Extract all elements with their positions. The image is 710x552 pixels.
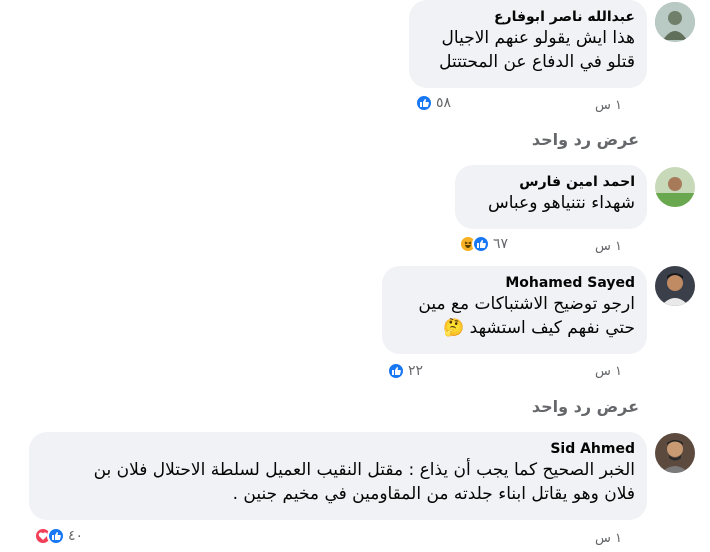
comment-timestamp[interactable]: ١ س	[595, 531, 622, 546]
comment-text-line: ارجو توضيح الاشتباكات مع مين	[418, 294, 635, 314]
comment-timestamp[interactable]: ١ س	[595, 98, 622, 113]
comment-text-line: شهداء نتنياهو وعباس	[488, 193, 635, 213]
avatar[interactable]	[655, 266, 695, 306]
comment-bubble: عبدالله ناصر ابوفارع هذا ايش يقولو عنهم …	[409, 0, 647, 88]
comment-bubble: Mohamed Sayed ارجو توضيح الاشتباكات مع م…	[382, 266, 647, 354]
comment-text-line: هذا ايش يقولو عنهم الاجيال	[441, 28, 635, 48]
view-replies-link[interactable]: عرض رد واحد	[532, 397, 639, 416]
view-replies-link[interactable]: عرض رد واحد	[532, 130, 639, 149]
comment-author[interactable]: عبدالله ناصر ابوفارع	[421, 8, 635, 26]
comment-text-line: حتي نفهم كيف استشهد 🤔	[394, 316, 635, 340]
reaction-count: ٢٢	[408, 363, 424, 379]
comment-text-line: الخبر الصحيح كما يجب أن يذاع : مقتل النق…	[93, 460, 635, 480]
reaction-count: ٤٠	[68, 528, 84, 544]
reaction-summary[interactable]: ٦٧	[457, 234, 511, 254]
comment-text-line: فلان وهو يقاتل ابناء جلدته من المقاومين …	[232, 484, 635, 504]
like-icon	[387, 362, 405, 380]
comment-timestamp[interactable]: ١ س	[595, 364, 622, 379]
like-icon	[415, 94, 433, 112]
avatar[interactable]	[655, 167, 695, 207]
comment-author[interactable]: احمد امين فارس	[467, 173, 635, 191]
avatar[interactable]	[655, 433, 695, 473]
comment-author[interactable]: Mohamed Sayed	[394, 274, 635, 292]
reaction-summary[interactable]: ٥٨	[413, 93, 454, 113]
comment-bubble: Sid Ahmed الخبر الصحيح كما يجب أن يذاع :…	[29, 432, 647, 520]
comment-author[interactable]: Sid Ahmed	[41, 440, 635, 458]
comment-text-line: قتلو في الدفاع عن المحتتتل	[439, 52, 635, 72]
thinking-emoji: 🤔	[443, 318, 465, 338]
reaction-count: ٦٧	[493, 236, 509, 252]
comment-text-segment: حتي نفهم كيف استشهد	[469, 318, 635, 338]
reaction-summary[interactable]: ٢٢	[385, 361, 426, 381]
like-icon	[472, 235, 490, 253]
comment-bubble: احمد امين فارس شهداء نتنياهو وعباس	[455, 165, 647, 229]
reaction-count: ٥٨	[436, 95, 452, 111]
avatar[interactable]	[655, 2, 695, 42]
like-icon	[47, 527, 65, 545]
comment-timestamp[interactable]: ١ س	[595, 239, 622, 254]
reaction-summary[interactable]: ٤٠	[32, 526, 86, 546]
